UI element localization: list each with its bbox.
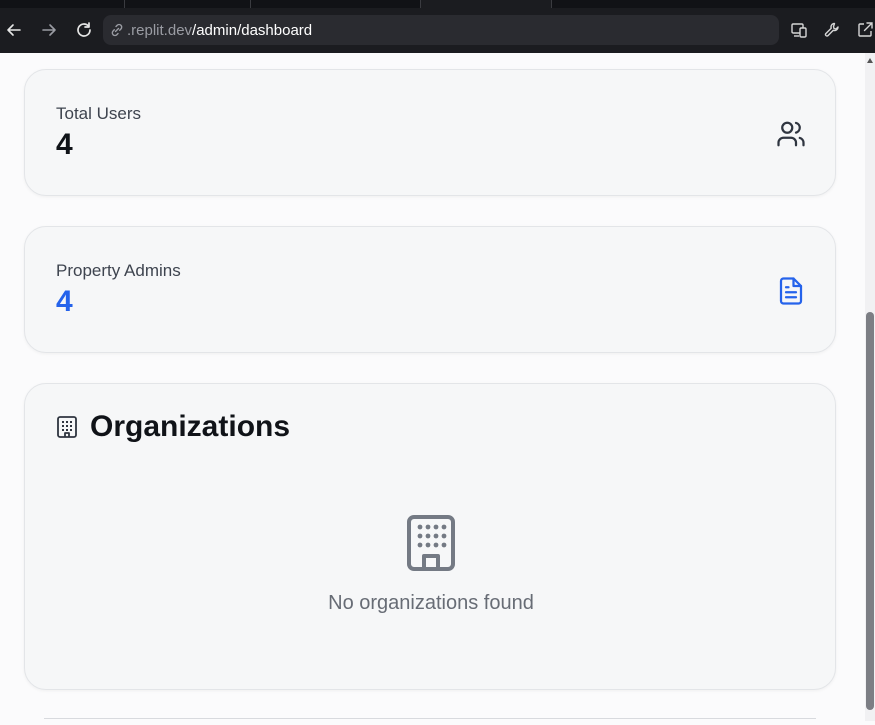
scrollbar-thumb[interactable] [866,312,874,710]
property-admins-card: Property Admins 4 [24,226,836,353]
tab-strip [0,0,875,8]
reload-button[interactable] [72,18,96,42]
tools-button[interactable] [821,19,843,41]
url-path: /admin/dashboard [192,21,313,39]
arrow-right-icon [42,24,56,36]
organizations-header: Organizations [56,410,290,444]
devices-button[interactable] [788,19,810,41]
active-tab[interactable] [421,0,551,8]
total-users-card: Total Users 4 [24,69,836,196]
arrow-left-icon [7,24,21,36]
stat-value: 4 [56,285,73,318]
forward-button[interactable] [37,18,61,42]
users-icon [777,121,805,147]
link-icon [111,23,123,37]
stat-label: Property Admins [56,261,181,280]
url-host: .replit.dev [127,21,193,39]
devices-icon [791,23,807,38]
document-icon [779,277,803,305]
building-icon [407,515,455,571]
reload-icon [77,22,91,37]
toolbar-actions [788,19,875,41]
back-button[interactable] [2,18,26,42]
stat-value: 4 [56,128,73,161]
browser-toolbar: .replit.dev/admin/dashboard [0,0,875,53]
open-external-icon [858,22,873,37]
open-external-button[interactable] [854,19,875,41]
wrench-icon [824,22,839,37]
stat-label: Total Users [56,104,142,123]
organizations-card: Organizations No organizations found [24,383,836,690]
empty-state-message: No organizations found [328,592,534,614]
building-icon [57,416,77,438]
section-title: Organizations [90,410,291,443]
next-card-edge [44,718,816,725]
address-bar[interactable]: .replit.dev/admin/dashboard [103,15,779,45]
scroll-up-arrow[interactable] [867,58,873,63]
